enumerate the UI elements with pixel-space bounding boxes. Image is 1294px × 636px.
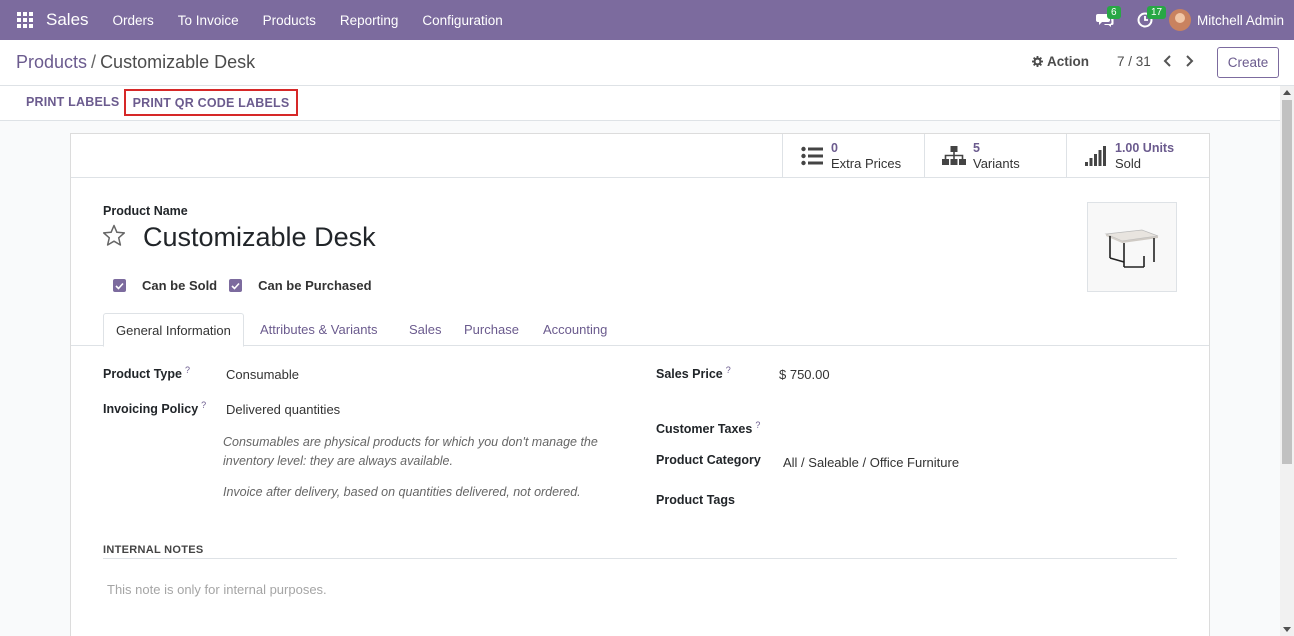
form-tabs: General Information Attributes & Variant… [71, 313, 1209, 347]
user-name: Mitchell Admin [1196, 12, 1284, 28]
menu-configuration[interactable]: Configuration [410, 13, 514, 28]
scrollbar-thumb[interactable] [1282, 100, 1292, 464]
form-button-bar: PRINT LABELS PRINT QR CODE LABELS [0, 86, 1280, 121]
units-sold-label: Sold [1115, 156, 1142, 171]
messages-button[interactable]: 6 [1085, 0, 1125, 40]
user-menu[interactable]: Mitchell Admin [1168, 9, 1284, 31]
extra-prices-label: Extra Prices [831, 156, 902, 171]
units-sold-button[interactable]: 1.00 Units Sold [1066, 134, 1208, 178]
can-be-purchased-label[interactable]: Can be Purchased [258, 278, 371, 293]
scrollbar[interactable] [1280, 86, 1294, 636]
help-icon[interactable]: ? [201, 400, 206, 410]
breadcrumb-products[interactable]: Products [16, 52, 87, 72]
main-menu: Orders To Invoice Products Reporting Con… [101, 13, 515, 28]
print-qr-code-labels-button[interactable]: PRINT QR CODE LABELS [124, 89, 298, 116]
menu-orders[interactable]: Orders [101, 13, 166, 28]
consumable-help-text: Consumables are physical products for wh… [223, 435, 598, 468]
variants-count: 5 [973, 141, 980, 155]
invoicing-policy-label: Invoicing Policy? [103, 400, 207, 417]
menu-reporting[interactable]: Reporting [328, 13, 411, 28]
invoice-policy-help-text: Invoice after delivery, based on quantit… [223, 485, 581, 499]
help-icon[interactable]: ? [185, 365, 190, 375]
product-category-label: Product Category [656, 453, 761, 467]
chevron-right-icon [1185, 55, 1193, 67]
tab-accounting[interactable]: Accounting [531, 313, 619, 346]
customer-taxes-label: Customer Taxes? [656, 420, 761, 437]
chevron-left-icon [1163, 55, 1171, 67]
units-sold-value: 1.00 Units [1115, 141, 1175, 155]
variants-label: Variants [973, 156, 1020, 171]
sale-purchase-options: Can be Sold Can be Purchased [113, 278, 384, 293]
product-category-field[interactable]: All / Saleable / Office Furniture [783, 455, 959, 470]
scroll-up-arrow-icon[interactable] [1283, 90, 1291, 95]
tab-sales[interactable]: Sales [397, 313, 454, 346]
gear-icon [1032, 56, 1043, 67]
pager-previous-button[interactable] [1160, 53, 1174, 69]
activities-badge: 17 [1146, 6, 1167, 19]
can-be-sold-checkbox[interactable] [113, 279, 126, 292]
apps-menu-icon[interactable] [17, 12, 33, 28]
messages-badge: 6 [1106, 6, 1121, 19]
invoicing-policy-field[interactable]: Delivered quantities [226, 402, 340, 417]
extra-prices-count: 0 [831, 141, 838, 155]
list-icon [799, 143, 825, 169]
extra-prices-button[interactable]: 0 Extra Prices [782, 134, 924, 178]
signal-icon [1083, 143, 1109, 169]
activities-button[interactable]: 17 [1125, 0, 1167, 40]
pager-value[interactable]: 7 / 31 [1117, 54, 1151, 69]
internal-notes-field[interactable]: This note is only for internal purposes. [107, 582, 327, 597]
product-type-field[interactable]: Consumable [226, 367, 299, 382]
sales-price-label: Sales Price? [656, 365, 731, 382]
desk-image [1104, 229, 1159, 268]
tab-purchase[interactable]: Purchase [452, 313, 531, 346]
breadcrumb-current: Customizable Desk [100, 52, 256, 72]
notes-divider [103, 558, 1177, 559]
create-button[interactable]: Create [1217, 47, 1279, 78]
control-panel: Products / Customizable Desk Action 7 / 31… [0, 40, 1294, 86]
avatar [1168, 9, 1191, 31]
app-name[interactable]: Sales [46, 10, 89, 30]
menu-products[interactable]: Products [251, 13, 328, 28]
sales-price-field[interactable]: $ 750.00 [779, 367, 830, 382]
product-tags-label: Product Tags [656, 493, 735, 507]
form-sheet: 0 Extra Prices 5 Variants 1.00 Units Sol… [70, 133, 1210, 636]
smart-button-box: 0 Extra Prices 5 Variants 1.00 Units Sol… [71, 134, 1209, 178]
tab-general-information[interactable]: General Information [103, 313, 244, 347]
sitemap-icon [941, 143, 967, 169]
product-image[interactable] [1087, 202, 1177, 292]
help-icon[interactable]: ? [755, 420, 760, 430]
product-name-label: Product Name [103, 204, 188, 218]
variants-button[interactable]: 5 Variants [924, 134, 1066, 178]
internal-notes-title: INTERNAL NOTES [103, 544, 204, 556]
print-labels-button[interactable]: PRINT LABELS [26, 95, 119, 109]
star-icon[interactable] [102, 224, 126, 250]
menu-to-invoice[interactable]: To Invoice [166, 13, 251, 28]
product-name-field[interactable]: Customizable Desk [143, 222, 376, 253]
can-be-sold-label[interactable]: Can be Sold [142, 278, 217, 293]
breadcrumb: Products / Customizable Desk [16, 52, 255, 73]
tab-attributes-variants[interactable]: Attributes & Variants [248, 313, 390, 346]
action-dropdown[interactable]: Action [1032, 54, 1089, 69]
pager-next-button[interactable] [1182, 53, 1196, 69]
scroll-down-arrow-icon[interactable] [1283, 627, 1291, 632]
action-label: Action [1047, 54, 1089, 69]
top-navbar: Sales Orders To Invoice Products Reporti… [0, 0, 1294, 40]
breadcrumb-separator: / [91, 52, 97, 72]
help-icon[interactable]: ? [726, 365, 731, 375]
product-type-label: Product Type? [103, 365, 190, 382]
systray: 6 17 Mitchell Admin [1085, 0, 1294, 40]
can-be-purchased-checkbox[interactable] [229, 279, 243, 292]
